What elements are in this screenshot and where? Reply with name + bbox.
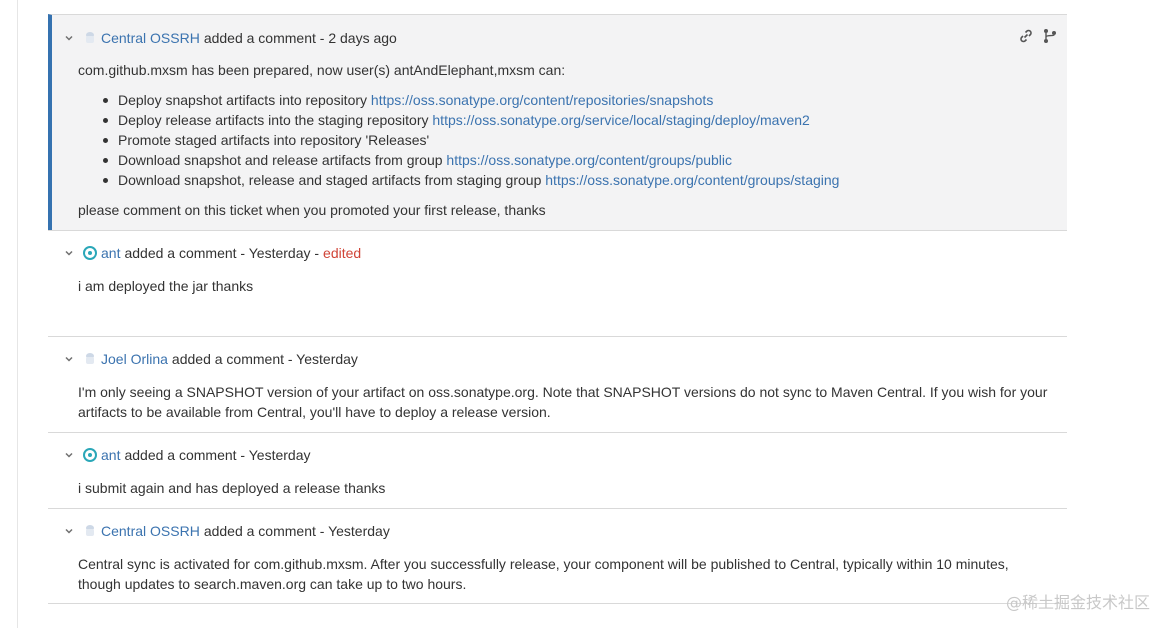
comment-3: ant added a comment - Yesterday i submit… [48,432,1067,508]
left-divider [17,0,18,628]
list-item: Deploy snapshot artifacts into repositor… [78,90,1055,110]
comment-action-text: added a comment - Yesterday [203,523,390,539]
comment-action-text: added a comment - Yesterday [171,351,358,367]
comment-body: com.github.mxsm has been prepared, now u… [78,60,1055,220]
default-avatar-icon [83,31,97,45]
edited-label[interactable]: edited [323,245,361,261]
comment-text: i submit again and has deployed a releas… [78,480,386,496]
repo-link[interactable]: https://oss.sonatype.org/content/reposit… [371,92,713,108]
activity-feed: Central OSSRH added a comment - 2 days a… [48,14,1067,604]
comment-outro: please comment on this ticket when you p… [78,202,546,218]
chevron-down-icon[interactable] [62,448,76,462]
comment-0: Central OSSRH added a comment - 2 days a… [48,14,1067,230]
comment-actions [1017,27,1059,45]
comment-body: i submit again and has deployed a releas… [78,478,1055,498]
list-item: Download snapshot, release and staged ar… [78,170,1055,190]
comment-author-link[interactable]: Central OSSRH [101,523,200,539]
chevron-down-icon[interactable] [62,524,76,538]
chevron-down-icon[interactable] [62,246,76,260]
comment-header: ant added a comment - Yesterday [62,445,310,465]
comment-2: Joel Orlina added a comment - Yesterday … [48,336,1067,432]
comment-header: ant added a comment - Yesterday - edited [62,243,361,263]
branch-icon[interactable] [1041,27,1059,45]
comment-body: I'm only seeing a SNAPSHOT version of yo… [78,382,1055,422]
ant-avatar-icon [83,448,97,462]
comment-header: Central OSSRH added a comment - Yesterda… [62,521,390,541]
default-avatar-icon [83,352,97,366]
comment-1: ant added a comment - Yesterday - edited… [48,230,1067,336]
default-avatar-icon [83,524,97,538]
comment-text: Central sync is activated for com.github… [78,556,1009,592]
watermark: @稀土掘金技术社区 [1005,593,1150,612]
comment-action-text: added a comment - 2 days ago [203,30,397,46]
comment-author-link[interactable]: Joel Orlina [101,351,168,367]
chevron-down-icon[interactable] [62,31,76,45]
bullet-list: Deploy snapshot artifacts into repositor… [78,90,1055,190]
repo-link[interactable]: https://oss.sonatype.org/service/local/s… [432,112,809,128]
repo-link[interactable]: https://oss.sonatype.org/content/groups/… [446,152,732,168]
comment-header: Joel Orlina added a comment - Yesterday [62,349,358,369]
link-icon[interactable] [1017,27,1035,45]
comment-body: i am deployed the jar thanks [78,276,1055,296]
comment-action-text: added a comment - Yesterday - [124,245,320,261]
previous-comment-fragment [50,0,110,4]
comment-text: I'm only seeing a SNAPSHOT version of yo… [78,384,1048,420]
comment-header: Central OSSRH added a comment - 2 days a… [62,28,397,48]
list-item: Download snapshot and release artifacts … [78,150,1055,170]
comment-intro: com.github.mxsm has been prepared, now u… [78,62,566,78]
chevron-down-icon[interactable] [62,352,76,366]
comment-author-link[interactable]: ant [101,245,120,261]
comment-author-link[interactable]: Central OSSRH [101,30,200,46]
repo-link[interactable]: https://oss.sonatype.org/content/groups/… [545,172,839,188]
comment-action-text: added a comment - Yesterday [124,447,311,463]
list-item: Deploy release artifacts into the stagin… [78,110,1055,130]
comment-text: i am deployed the jar thanks [78,278,254,294]
list-item: Promote staged artifacts into repository… [78,130,1055,150]
comment-body: Central sync is activated for com.github… [78,554,1055,594]
comment-4: Central OSSRH added a comment - Yesterda… [48,508,1067,604]
comment-author-link[interactable]: ant [101,447,120,463]
ant-avatar-icon [83,246,97,260]
